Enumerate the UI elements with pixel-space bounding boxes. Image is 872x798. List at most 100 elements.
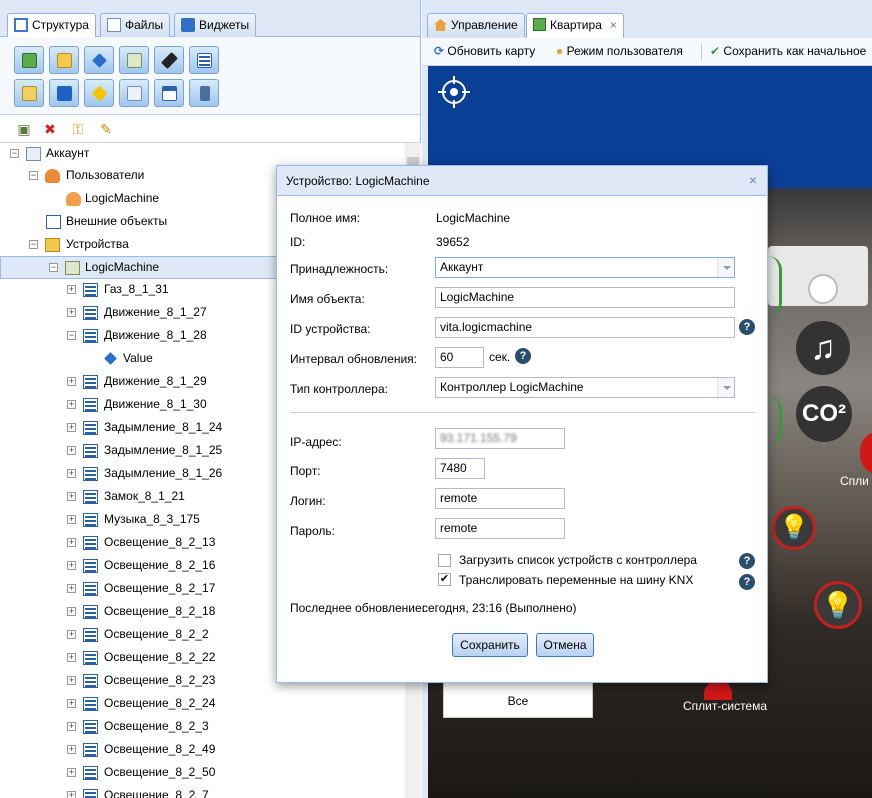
tab-structure[interactable]: Структура	[7, 13, 96, 38]
key-icon[interactable]: ⚿	[70, 121, 86, 137]
knx-object-icon	[83, 789, 98, 798]
knx-object-icon	[83, 283, 98, 297]
expand-icon[interactable]: +	[67, 515, 76, 524]
chevron-down-icon[interactable]	[717, 378, 734, 397]
save-icon[interactable]: ▣	[16, 121, 32, 137]
expand-icon[interactable]: +	[67, 538, 76, 547]
add-plug-button[interactable]	[154, 46, 184, 74]
expand-icon[interactable]: +	[67, 469, 76, 478]
user-mode-button[interactable]: ● Режим пользователя	[556, 44, 683, 58]
save-home-button[interactable]: ✔ Сохранить как начальное	[710, 44, 866, 58]
expand-icon[interactable]: +	[67, 630, 76, 639]
help-icon[interactable]: ?	[739, 553, 755, 569]
tree-node-item[interactable]: + Освещение_8_2_3	[0, 716, 405, 739]
split-label: Сплит-система	[683, 699, 768, 713]
close-icon[interactable]: ×	[749, 172, 757, 188]
interval-input[interactable]: 60	[435, 347, 484, 368]
expand-icon[interactable]: +	[67, 745, 76, 754]
expand-icon[interactable]: +	[67, 423, 76, 432]
add-alert-button[interactable]	[84, 79, 114, 107]
add-device-button[interactable]	[119, 79, 149, 107]
expand-icon[interactable]: +	[67, 791, 76, 798]
collapse-icon[interactable]: −	[29, 171, 38, 180]
add-value-button[interactable]	[84, 46, 114, 74]
expand-icon[interactable]: +	[67, 400, 76, 409]
add-knx-button[interactable]	[189, 46, 219, 74]
port-input[interactable]: 7480	[435, 458, 485, 479]
refresh-map-button[interactable]: ⟳ Обновить карту	[434, 44, 535, 58]
password-input[interactable]: remote	[435, 518, 565, 539]
add-folder-button[interactable]	[49, 46, 79, 74]
tree-node-account[interactable]: − Аккаунт	[0, 143, 405, 166]
add-controller-button[interactable]	[119, 46, 149, 74]
broadcast-checkbox[interactable]: ✔	[438, 573, 451, 586]
expand-icon[interactable]: +	[67, 699, 76, 708]
expand-icon[interactable]: +	[67, 308, 76, 317]
expand-icon[interactable]: +	[67, 285, 76, 294]
save-button[interactable]: Сохранить	[452, 633, 528, 657]
properties-icon[interactable]: ✎	[98, 121, 114, 137]
owner-select[interactable]: Аккаунт	[435, 257, 735, 278]
expand-icon[interactable]: +	[67, 722, 76, 731]
tab-widgets[interactable]: Виджеты	[174, 13, 257, 37]
expand-icon[interactable]: +	[67, 492, 76, 501]
fan-icon[interactable]	[808, 274, 838, 304]
device-id-input[interactable]: vita.logicmachine	[435, 317, 735, 338]
music-icon[interactable]: ♫	[796, 321, 850, 375]
help-icon[interactable]: ?	[739, 319, 755, 335]
interval-unit: сек.	[489, 350, 511, 364]
tab-apartment[interactable]: Квартира ×	[526, 13, 624, 38]
expand-icon[interactable]: +	[67, 561, 76, 570]
keyboard-icon	[197, 53, 212, 68]
tree-node-item[interactable]: + Освещение_8_2_50	[0, 762, 405, 785]
controller-icon	[127, 53, 142, 68]
tree-node-item[interactable]: + Освещение_8_2_24	[0, 693, 405, 716]
help-icon[interactable]: ?	[515, 348, 531, 364]
all-filter-button[interactable]: Все	[443, 682, 593, 718]
split-indicator[interactable]	[860, 431, 872, 475]
expand-icon[interactable]: +	[67, 584, 76, 593]
controller-type-label: Тип контроллера:	[290, 382, 388, 396]
object-name-input[interactable]: LogicMachine	[435, 287, 735, 308]
broadcast-label: Транслировать переменные на шину KNX	[459, 573, 694, 587]
cancel-button[interactable]: Отмена	[536, 633, 594, 657]
expand-icon[interactable]: +	[67, 768, 76, 777]
expand-icon[interactable]: +	[67, 377, 76, 386]
tab-files[interactable]: Файлы	[100, 13, 171, 37]
lightbulb-icon[interactable]: 💡	[772, 506, 816, 550]
collapse-icon[interactable]: −	[29, 240, 38, 249]
co2-sensor[interactable]: CO²	[796, 386, 852, 442]
add-image-button[interactable]	[14, 46, 44, 74]
login-input[interactable]: remote	[435, 488, 565, 509]
collapse-icon[interactable]: −	[10, 149, 19, 158]
chevron-down-icon[interactable]	[717, 258, 734, 277]
expand-icon[interactable]: +	[67, 607, 76, 616]
add-script-button[interactable]	[14, 79, 44, 107]
split-indicator[interactable]	[704, 680, 732, 700]
lightbulb-icon[interactable]: 💡	[814, 581, 862, 629]
tab-control[interactable]: Управление	[427, 13, 525, 37]
add-phone-button[interactable]	[189, 79, 219, 107]
plug-icon	[161, 52, 178, 69]
expand-icon[interactable]: +	[67, 653, 76, 662]
delete-icon[interactable]: ✖	[42, 121, 58, 137]
full-name-label: Полное имя:	[290, 211, 361, 225]
object-name-label: Имя объекта:	[290, 292, 365, 306]
collapse-icon[interactable]: −	[49, 263, 58, 272]
tree-node-item[interactable]: + Освещение_8_2_49	[0, 739, 405, 762]
tree-node-item[interactable]: + Освещение_8_2_7	[0, 785, 405, 798]
crosshair-icon[interactable]	[438, 76, 470, 108]
ip-input[interactable]: 93.171.155.79	[435, 428, 565, 449]
collapse-icon[interactable]: −	[67, 331, 76, 340]
left-tabbar: Структура Файлы Виджеты	[0, 0, 420, 38]
add-table-button[interactable]	[154, 79, 184, 107]
help-icon[interactable]: ?	[739, 574, 755, 590]
controller-icon	[65, 261, 80, 275]
expand-icon[interactable]: +	[67, 676, 76, 685]
close-tab-icon[interactable]: ×	[610, 18, 617, 32]
knx-object-icon	[83, 421, 98, 435]
load-devices-checkbox[interactable]	[438, 554, 451, 567]
controller-type-select[interactable]: Контроллер LogicMachine	[435, 377, 735, 398]
expand-icon[interactable]: +	[67, 446, 76, 455]
add-cube-button[interactable]	[49, 79, 79, 107]
